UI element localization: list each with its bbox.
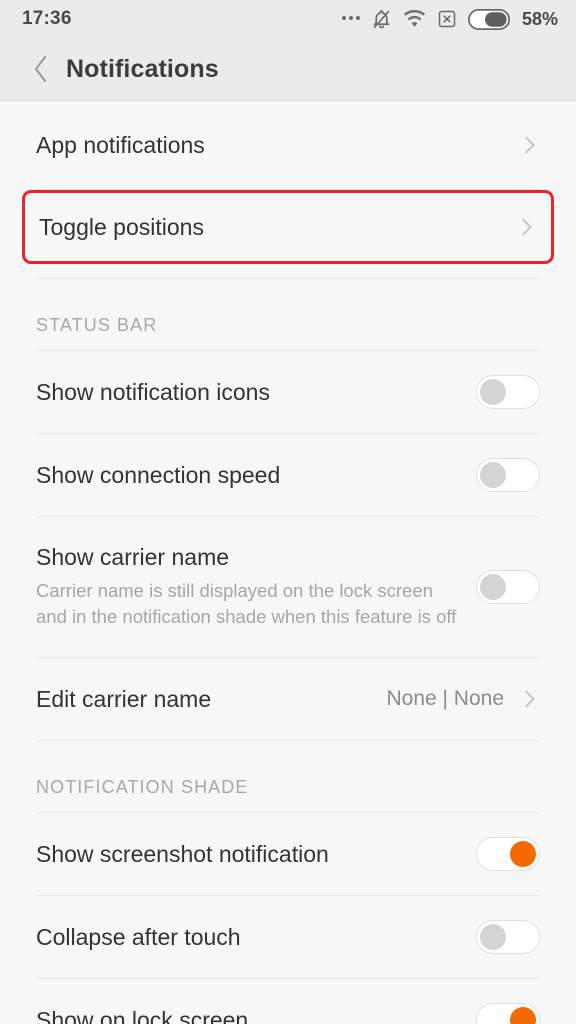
chevron-right-icon bbox=[522, 218, 532, 236]
settings-row-show-carrier-name[interactable]: Show carrier name Carrier name is still … bbox=[0, 517, 576, 657]
more-dots-icon bbox=[341, 16, 360, 22]
toggle-show-notification-icons[interactable] bbox=[476, 375, 540, 409]
app-header: Notifications bbox=[0, 38, 576, 101]
settings-row-app-notifications[interactable]: App notifications bbox=[0, 101, 576, 189]
row-label: App notifications bbox=[36, 131, 205, 158]
status-bar-clock: 17:36 bbox=[22, 8, 72, 29]
toggle-knob bbox=[510, 841, 536, 867]
no-sim-icon bbox=[438, 10, 456, 28]
row-description: Carrier name is still displayed on the l… bbox=[36, 580, 457, 628]
row-text: Collapse after touch bbox=[36, 923, 476, 952]
toggle-knob bbox=[480, 462, 506, 488]
toggle-knob bbox=[480, 574, 506, 600]
toggle-show-carrier-name[interactable] bbox=[476, 570, 540, 604]
row-text: Toggle positions bbox=[39, 213, 515, 242]
battery-icon bbox=[467, 8, 510, 30]
back-button[interactable] bbox=[24, 49, 58, 89]
toggle-show-on-lock-screen[interactable] bbox=[476, 1003, 540, 1024]
settings-row-edit-carrier-name[interactable]: Edit carrier name None | None bbox=[0, 658, 576, 740]
phone-screen: 17:36 58% Notifications App notification… bbox=[0, 0, 576, 1024]
chevron-right-icon bbox=[525, 136, 535, 154]
row-text: Edit carrier name bbox=[36, 685, 386, 714]
chevron-left-icon bbox=[35, 56, 46, 82]
section-header-status-bar: STATUS BAR bbox=[36, 315, 158, 335]
toggle-collapse-after-touch[interactable] bbox=[476, 920, 540, 954]
bell-muted-icon bbox=[373, 10, 390, 29]
page-title: Notifications bbox=[66, 54, 219, 83]
status-bar-icons: 58% bbox=[341, 8, 558, 30]
row-label: Show on lock screen bbox=[36, 1006, 249, 1024]
row-text: Show screenshot notification bbox=[36, 840, 476, 869]
settings-row-show-on-lock-screen[interactable]: Show on lock screen bbox=[0, 979, 576, 1024]
toggle-show-screenshot-notification[interactable] bbox=[476, 837, 540, 871]
settings-row-collapse-after-touch[interactable]: Collapse after touch bbox=[0, 896, 576, 978]
settings-list: App notifications Toggle positions STATU… bbox=[0, 101, 576, 1024]
row-label: Show notification icons bbox=[36, 378, 270, 405]
settings-row-show-screenshot-notification[interactable]: Show screenshot notification bbox=[0, 813, 576, 895]
row-label: Show screenshot notification bbox=[36, 840, 329, 867]
row-label: Toggle positions bbox=[39, 213, 204, 240]
settings-row-show-connection-speed[interactable]: Show connection speed bbox=[0, 434, 576, 516]
row-label: Collapse after touch bbox=[36, 923, 241, 950]
row-text: Show carrier name Carrier name is still … bbox=[36, 543, 476, 630]
row-text: App notifications bbox=[36, 131, 518, 160]
row-label: Show connection speed bbox=[36, 461, 281, 488]
settings-row-show-notification-icons[interactable]: Show notification icons bbox=[0, 351, 576, 433]
row-label: Show carrier name bbox=[36, 544, 230, 571]
row-value: None | None bbox=[386, 687, 504, 710]
row-label: Edit carrier name bbox=[36, 685, 212, 712]
wifi-icon bbox=[403, 10, 426, 27]
section-header-notification-shade: NOTIFICATION SHADE bbox=[36, 777, 249, 797]
status-bar: 17:36 58% bbox=[0, 0, 576, 38]
settings-row-toggle-positions[interactable]: Toggle positions bbox=[22, 190, 554, 264]
toggle-knob bbox=[510, 1007, 536, 1024]
chevron-right-icon bbox=[525, 690, 535, 708]
row-text: Show connection speed bbox=[36, 461, 476, 490]
toggle-knob bbox=[480, 924, 506, 950]
toggle-knob bbox=[480, 379, 506, 405]
row-text: Show notification icons bbox=[36, 378, 476, 407]
toggle-show-connection-speed[interactable] bbox=[476, 458, 540, 492]
row-text: Show on lock screen bbox=[36, 1006, 476, 1024]
battery-percent-label: 58% bbox=[521, 8, 558, 29]
